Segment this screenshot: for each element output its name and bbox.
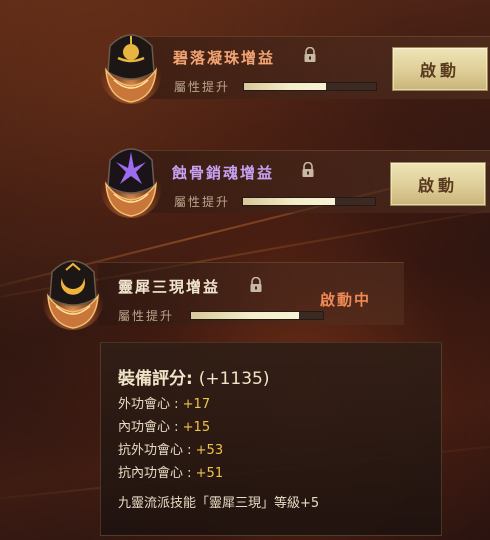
stat-value: +15 bbox=[182, 420, 211, 435]
active-status-label: 啟動中 bbox=[320, 291, 372, 309]
score-value: (+1135) bbox=[198, 369, 270, 389]
stat-value: +17 bbox=[182, 397, 211, 412]
buff-title: 靈犀三現增益 bbox=[118, 278, 221, 296]
skill-bonus-text: 九靈流派技能「靈犀三現」等級+5 bbox=[118, 496, 320, 511]
progress-fill bbox=[243, 198, 336, 205]
stat-line: 抗內功會心 : +51 bbox=[118, 462, 223, 481]
crescent-moon-gem-icon bbox=[38, 250, 108, 332]
attribute-progress-bar bbox=[243, 82, 377, 91]
attribute-progress-bar bbox=[190, 311, 324, 320]
score-label: 裝備評分: bbox=[118, 369, 193, 389]
stat-label: 抗內功會心 : bbox=[118, 466, 196, 481]
purple-claw-gem-icon bbox=[96, 138, 166, 220]
attribute-label: 屬性提升 bbox=[174, 80, 231, 94]
buff-title: 蝕骨銷魂增益 bbox=[172, 164, 275, 182]
stat-label: 抗外功會心 : bbox=[118, 443, 196, 458]
stat-line: 抗外功會心 : +53 bbox=[118, 439, 223, 458]
lock-icon bbox=[249, 276, 263, 293]
attribute-label: 屬性提升 bbox=[174, 195, 231, 209]
lock-icon bbox=[301, 161, 315, 178]
stat-value: +53 bbox=[195, 443, 224, 458]
stat-label: 外功會心 : bbox=[118, 397, 183, 412]
stat-label: 內功會心 : bbox=[118, 420, 183, 435]
stat-line: 內功會心 : +15 bbox=[118, 416, 210, 435]
golden-crown-gem-icon bbox=[96, 24, 166, 106]
stat-value: +51 bbox=[195, 466, 224, 481]
stat-line: 外功會心 : +17 bbox=[118, 393, 210, 412]
attribute-progress-bar bbox=[242, 197, 376, 206]
activate-button[interactable]: 啟動 bbox=[392, 47, 488, 91]
progress-fill bbox=[191, 312, 300, 319]
lock-icon bbox=[303, 46, 317, 63]
equipment-score: 裝備評分: (+1135) bbox=[118, 364, 270, 389]
progress-fill bbox=[244, 83, 326, 90]
buff-title: 碧落凝珠增益 bbox=[173, 49, 276, 67]
activate-button[interactable]: 啟動 bbox=[390, 162, 486, 206]
attribute-label: 屬性提升 bbox=[118, 309, 175, 323]
